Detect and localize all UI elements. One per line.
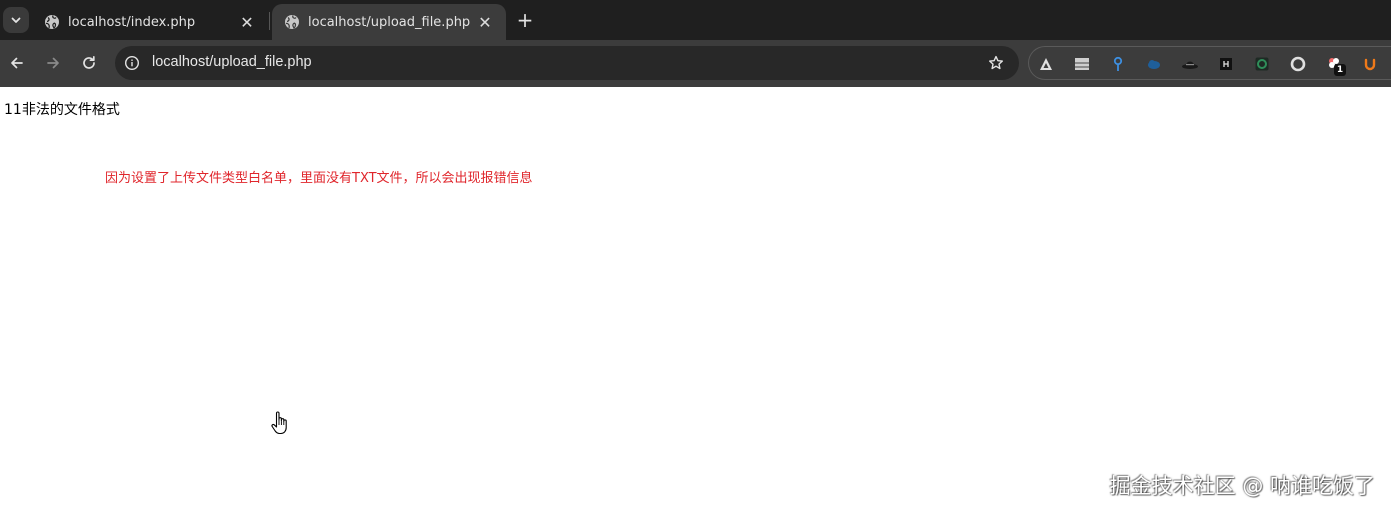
dark-square-extension-icon	[1220, 58, 1232, 70]
tab-search-button[interactable]	[3, 7, 29, 33]
blue-cloud-extension-icon	[1148, 60, 1160, 69]
tab-separator	[269, 12, 270, 30]
close-icon[interactable]: ✕	[476, 13, 494, 32]
chevron-down-icon	[11, 17, 21, 23]
extension-badge: 1	[1334, 64, 1346, 76]
new-tab-button[interactable]: +	[513, 8, 537, 32]
extension-button[interactable]	[1073, 55, 1091, 73]
tab-index[interactable]: localhost/index.php ✕	[32, 4, 268, 40]
extension-button[interactable]	[1253, 55, 1271, 73]
forward-button[interactable]	[41, 51, 65, 75]
page-message: 11非法的文件格式	[4, 102, 120, 118]
extension-button[interactable]	[1109, 55, 1127, 73]
hat-extension-icon	[1182, 61, 1198, 69]
pin-extension-icon	[1113, 56, 1123, 71]
star-icon	[989, 55, 1003, 70]
site-info-button[interactable]	[122, 53, 142, 73]
extension-button[interactable]: 1	[1325, 55, 1346, 76]
globe-icon	[285, 15, 299, 30]
extension-button[interactable]	[1181, 55, 1199, 73]
watermark: 掘金技术社区 @ 呐谁吃饭了	[1109, 474, 1375, 498]
bookmark-button[interactable]	[987, 54, 1005, 72]
globe-icon	[45, 15, 59, 30]
extension-button[interactable]	[1037, 55, 1055, 73]
extensions-area: 1	[1028, 46, 1391, 80]
extension-button[interactable]	[1217, 55, 1235, 73]
tab-strip: localhost/index.php ✕ localhost/upload_f…	[0, 0, 1391, 40]
stripes-extension-icon	[1075, 58, 1089, 70]
url-text[interactable]: localhost/upload_file.php	[152, 54, 312, 70]
reload-icon	[83, 55, 95, 69]
orange-u-extension-icon	[1364, 58, 1376, 71]
green-square-extension-icon	[1255, 57, 1269, 71]
info-icon	[124, 55, 140, 71]
triangle-extension-icon	[1040, 58, 1052, 70]
extension-button[interactable]	[1361, 55, 1379, 73]
back-button[interactable]	[5, 51, 29, 75]
address-bar[interactable]: localhost/upload_file.php	[115, 46, 1019, 80]
tab-upload-file[interactable]: localhost/upload_file.php ✕	[272, 4, 506, 40]
browser-toolbar: localhost/upload_file.php 1	[0, 40, 1391, 87]
close-icon[interactable]: ✕	[238, 13, 256, 32]
annotation-text: 因为设置了上传文件类型白名单，里面没有TXT文件，所以会出现报错信息	[105, 171, 533, 186]
extension-button[interactable]	[1289, 55, 1307, 73]
arrow-right-icon	[47, 57, 59, 69]
arrow-left-icon	[11, 57, 23, 69]
ring-extension-icon	[1290, 56, 1306, 72]
tab-title: localhost/upload_file.php	[308, 14, 471, 30]
extension-button[interactable]	[1145, 55, 1163, 73]
hand-cursor-icon	[271, 411, 287, 435]
tab-title: localhost/index.php	[68, 14, 196, 30]
reload-button[interactable]	[77, 51, 101, 75]
